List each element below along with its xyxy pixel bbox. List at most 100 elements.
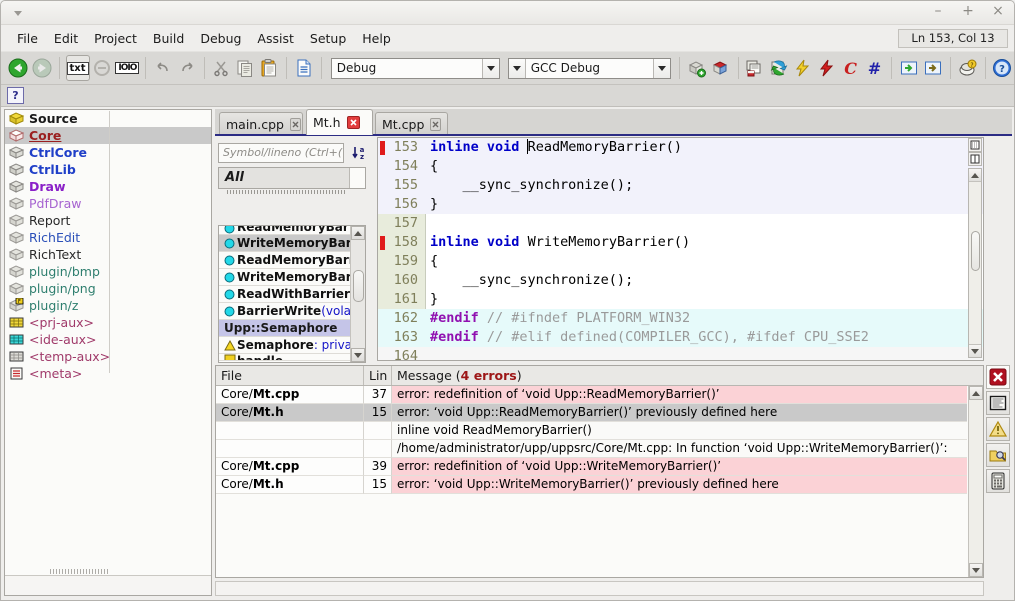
symbol-list-item[interactable]: WriteMemoryBar [219,269,365,286]
table-row[interactable]: /home/administrator/upp/uppsrc/Core/Mt.c… [216,440,967,458]
code-line[interactable]: 163 #endif // #elif defined(COMPILER_GCC… [378,328,983,347]
tab-main-cpp[interactable]: main.cpp [219,112,303,135]
tab-mt-h[interactable]: Mt.h [306,109,373,135]
sort-az-icon[interactable]: a z [351,145,369,161]
symbol-list-scrollbar[interactable] [350,226,365,362]
maximize-button[interactable]: + [960,3,976,19]
c-letter-icon[interactable]: C [840,55,862,81]
build-icon[interactable] [744,55,766,81]
chevron-down-icon[interactable] [482,59,499,78]
close-icon[interactable] [290,118,301,131]
symbol-list-item[interactable]: BarrierWrite(volat [219,303,365,320]
package-item-ctrlcore[interactable]: CtrlCore [5,144,211,161]
symbol-list-item[interactable]: WriteMemoryBar [219,235,365,252]
console-tab[interactable] [986,391,1010,415]
symbol-scroll-thumb[interactable] [353,270,364,302]
scroll-up-arrow-icon[interactable] [969,386,983,400]
package-item-plugin-z[interactable]: F plugin/z [5,297,211,314]
build-method-combo[interactable]: GCC Debug [508,58,671,79]
column-header-file[interactable]: File [216,366,364,385]
table-row[interactable]: inline void ReadMemoryBarrier() [216,422,967,440]
package-item-temp-aux[interactable]: <temp-aux> [5,348,211,365]
package-icon[interactable] [710,55,732,81]
package-item-prj-aux[interactable]: <prj-aux> [5,314,211,331]
column-header-message[interactable]: Message (4 errors) [392,366,983,385]
package-item-plugin-png[interactable]: plugin/png [5,280,211,297]
error-list-body[interactable]: Core/Mt.cpp 37 error: redefinition of ‘v… [216,386,967,577]
code-line[interactable]: 159 { [378,252,983,271]
calculator-tab[interactable] [986,469,1010,493]
code-line[interactable]: 154 { [378,157,983,176]
columns-icon[interactable] [968,152,982,166]
menu-project[interactable]: Project [86,28,145,49]
close-button[interactable]: × [990,3,1006,19]
symbol-list-item[interactable]: ReadWithBarrier( [219,286,365,303]
find-in-files-tab[interactable] [986,443,1010,467]
scroll-up-arrow-icon[interactable] [351,226,365,240]
window-menu-icon[interactable] [11,6,25,20]
code-line[interactable]: 162 #endif // #ifndef PLATFORM_WIN32 [378,309,983,328]
package-item-meta[interactable]: <meta> [5,365,211,382]
code-line[interactable]: 155 __sync_synchronize(); [378,176,983,195]
minimize-button[interactable]: – [930,3,946,19]
scroll-down-arrow-icon[interactable] [351,348,365,362]
table-row[interactable]: Core/Mt.h 15 error: ‘void Upp::ReadMemor… [216,404,967,422]
package-item-draw[interactable]: Draw [5,178,211,195]
back-arrow-icon[interactable] [7,55,29,81]
close-icon[interactable] [347,116,360,129]
package-item-plugin-bmp[interactable]: plugin/bmp [5,263,211,280]
clipboard-paste-icon[interactable] [258,55,280,81]
table-row[interactable]: Core/Mt.h 15 error: ‘void Upp::WriteMemo… [216,476,967,494]
menu-help[interactable]: Help [354,28,399,49]
symbol-splitter-top[interactable] [227,190,347,194]
hash-icon[interactable]: # [864,55,886,81]
package-item-core[interactable]: Core [5,127,211,144]
table-row[interactable]: Core/Mt.cpp 39 error: redefinition of ‘v… [216,458,967,476]
package-item-ctrllib[interactable]: CtrlLib [5,161,211,178]
close-icon[interactable] [430,118,441,131]
text-editor-mode-button[interactable]: txt [66,55,90,81]
package-item-ide-aux[interactable]: <ide-aux> [5,331,211,348]
package-item-source[interactable]: Source [5,110,211,127]
step-out-icon[interactable] [922,55,944,81]
package-item-richedit[interactable]: RichEdit [5,229,211,246]
menu-build[interactable]: Build [145,28,192,49]
tab-mt-cpp[interactable]: Mt.cpp [375,112,448,135]
symbol-list[interactable]: ReadMemoryBar WriteMemoryBar ReadMemoryB… [218,225,366,363]
binary-editor-icon[interactable]: IOIO [115,55,139,81]
symbol-list-item[interactable]: handle [219,354,365,361]
copy-icon[interactable] [235,55,257,81]
help-circle-icon[interactable]: ? [991,55,1013,81]
lightning-red-icon[interactable] [816,55,838,81]
package-add-icon[interactable] [686,55,708,81]
lightning-yellow-icon[interactable] [792,55,814,81]
symbol-scope-selector[interactable]: All [218,167,366,189]
error-list-scrollbar[interactable] [968,386,983,577]
code-line[interactable]: 157 [378,214,983,233]
code-line[interactable]: 158 inline void WriteMemoryBarrier() [378,233,983,252]
menu-assist[interactable]: Assist [249,28,301,49]
document-icon[interactable] [293,55,315,81]
code-line[interactable]: 153 inline void ReadMemoryBarrier() [378,138,983,157]
menu-file[interactable]: File [9,28,46,49]
symbol-list-item[interactable]: ReadMemoryBar [219,226,365,235]
chevron-down-icon[interactable] [653,59,670,78]
symbol-list-item[interactable]: Semaphore : priva [219,337,365,354]
table-row[interactable]: Core/Mt.cpp 37 error: redefinition of ‘v… [216,386,967,404]
build-mode-combo[interactable]: Debug [331,58,500,79]
debug-bug-icon[interactable]: ? [957,55,979,81]
code-line[interactable]: 156 } [378,195,983,214]
code-line[interactable]: 161 } [378,290,983,309]
package-item-report[interactable]: Report [5,212,211,229]
symbol-scope-header[interactable]: Upp::Semaphore [219,320,365,337]
symbol-filter-input[interactable]: Symbol/lineno (Ctrl+( [218,143,344,163]
menu-edit[interactable]: Edit [46,28,86,49]
symbol-scope-scroll-thumb[interactable] [349,168,365,188]
code-line[interactable]: 160 __sync_synchronize(); [378,271,983,290]
package-item-richtext[interactable]: RichText [5,246,211,263]
package-list[interactable]: Source Core [5,110,211,573]
rebuild-icon[interactable] [768,55,790,81]
menu-setup[interactable]: Setup [302,28,354,49]
scroll-up-arrow-icon[interactable] [969,169,981,182]
package-splitter-handle[interactable] [50,569,110,574]
